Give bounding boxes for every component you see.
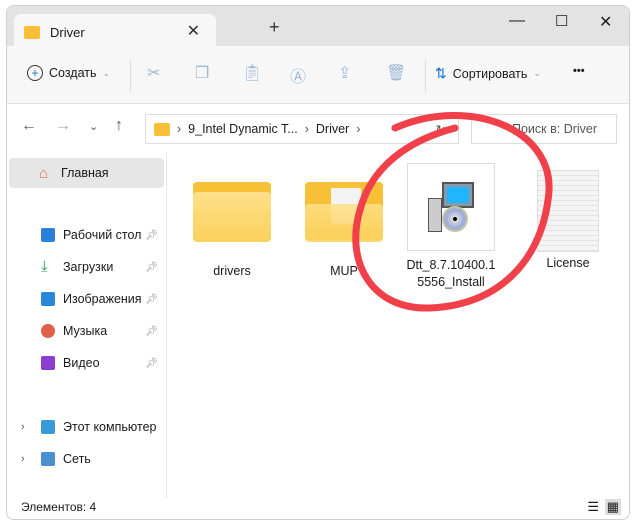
red-annotation-circle: [352, 111, 553, 312]
